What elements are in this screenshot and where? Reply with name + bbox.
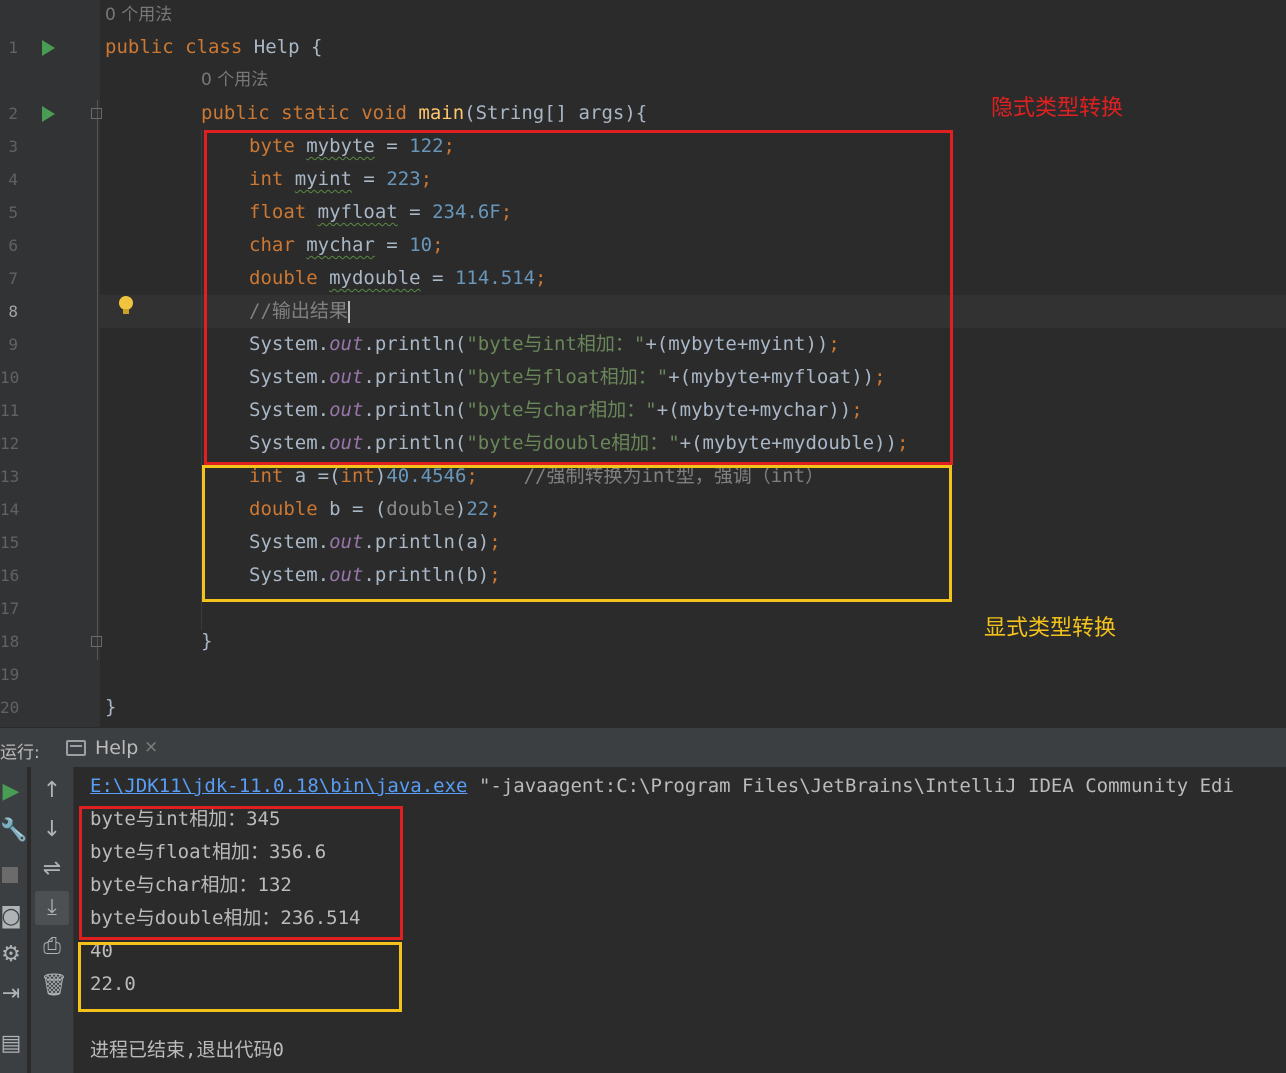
console-command-line: E:\JDK11\jdk-11.0.18\bin\java.exe "-java… bbox=[90, 775, 1234, 797]
camera-icon[interactable]: ◙ bbox=[0, 905, 22, 929]
tab-label: Help bbox=[95, 737, 139, 759]
arrow-down-icon[interactable]: ↓ bbox=[40, 818, 64, 842]
code-editor[interactable]: 1 2 3 4 5 6 7 8 9 10 11 12 13 14 15 16 1… bbox=[0, 0, 1286, 727]
fold-icon[interactable] bbox=[91, 636, 102, 647]
explicit-conversion-box bbox=[202, 465, 952, 602]
line-number: 11 bbox=[0, 401, 20, 420]
wrench-icon[interactable]: 🔧 bbox=[0, 819, 27, 843]
code-line[interactable]: } bbox=[201, 625, 212, 658]
run-class-icon[interactable] bbox=[42, 40, 55, 56]
line-number: 18 bbox=[0, 632, 20, 651]
arrow-up-icon[interactable]: ↑ bbox=[40, 779, 64, 803]
explicit-conversion-label: 显式类型转换 bbox=[984, 616, 1117, 641]
code-line[interactable]: public static void main(String[] args){ bbox=[201, 97, 647, 130]
line-number: 9 bbox=[8, 335, 18, 354]
implicit-conversion-label: 隐式类型转换 bbox=[991, 96, 1124, 121]
line-number: 12 bbox=[0, 434, 20, 453]
fold-icon[interactable] bbox=[91, 108, 102, 119]
explicit-output-box bbox=[78, 942, 402, 1012]
code-line[interactable]: } bbox=[105, 691, 116, 724]
print-icon[interactable]: ⎙ bbox=[40, 935, 64, 959]
line-number: 16 bbox=[0, 566, 20, 585]
scroll-to-end-icon[interactable]: ⤓ bbox=[40, 896, 64, 920]
soft-wrap-icon[interactable]: ⇌ bbox=[40, 857, 64, 881]
stop-icon[interactable] bbox=[2, 867, 18, 883]
close-icon[interactable]: × bbox=[144, 737, 158, 757]
line-number: 1 bbox=[8, 38, 18, 57]
code-line[interactable]: public class Help { bbox=[105, 31, 322, 64]
line-number: 5 bbox=[8, 203, 18, 222]
console-icon bbox=[66, 740, 86, 756]
trash-icon[interactable]: 🗑 bbox=[40, 974, 68, 998]
line-number: 17 bbox=[0, 599, 20, 618]
line-number: 19 bbox=[0, 665, 20, 684]
line-number: 14 bbox=[0, 500, 20, 519]
line-number: 6 bbox=[8, 236, 18, 255]
line-number: 4 bbox=[8, 170, 18, 189]
console-exit-message: 进程已结束,退出代码0 bbox=[90, 1039, 284, 1061]
usage-hint[interactable]: 0 个用法 bbox=[105, 0, 172, 32]
fold-guide bbox=[97, 100, 98, 660]
run-toolbar: ↑ ↓ ⇌ ⤓ ⎙ 🗑 bbox=[31, 767, 74, 1073]
lightbulb-icon[interactable] bbox=[119, 296, 133, 316]
run-label: 运行: bbox=[0, 743, 40, 763]
line-number: 8 bbox=[8, 302, 18, 321]
run-tool-window-header: 运行: Help × bbox=[0, 727, 1286, 768]
line-number: 7 bbox=[8, 269, 18, 288]
line-number: 20 bbox=[0, 698, 20, 717]
line-number: 15 bbox=[0, 533, 20, 552]
gear-icon[interactable]: ⚙ bbox=[0, 943, 22, 967]
line-number: 13 bbox=[0, 467, 20, 486]
java-exe-link[interactable]: E:\JDK11\jdk-11.0.18\bin\java.exe bbox=[90, 775, 468, 797]
usage-hint[interactable]: 0 个用法 bbox=[201, 64, 268, 97]
play-icon[interactable]: ▶ bbox=[0, 780, 22, 804]
run-toolbar-left: ▶ 🔧 ◙ ⚙ ⇥ ▤ bbox=[0, 767, 27, 1073]
line-number: 10 bbox=[0, 368, 20, 387]
line-number: 2 bbox=[8, 104, 18, 123]
tab-help[interactable]: Help × bbox=[62, 728, 172, 768]
line-number: 3 bbox=[8, 137, 18, 156]
implicit-output-box bbox=[79, 806, 403, 940]
layout-icon[interactable]: ▤ bbox=[0, 1032, 22, 1056]
run-main-icon[interactable] bbox=[42, 106, 55, 122]
exit-icon[interactable]: ⇥ bbox=[0, 982, 22, 1006]
implicit-conversion-box bbox=[204, 130, 953, 465]
